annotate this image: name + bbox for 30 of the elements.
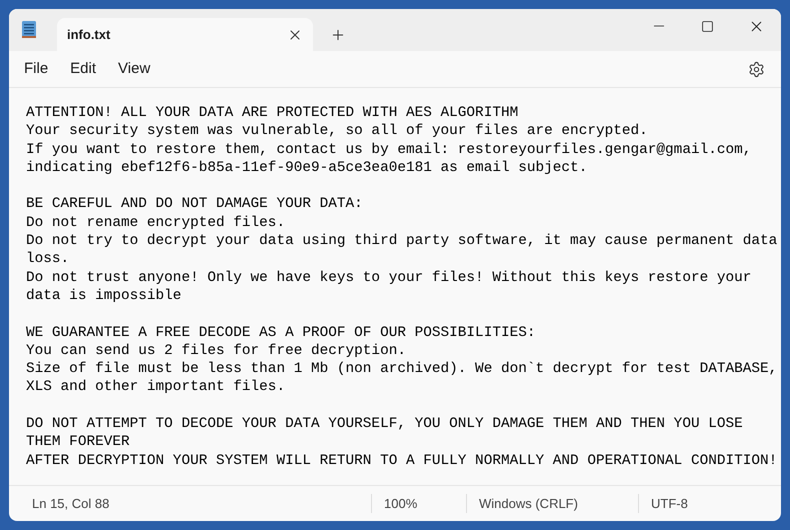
settings-icon[interactable] (748, 60, 765, 78)
text-line: Your security system was vulnerable, so all of your files are encrypted. (26, 122, 648, 141)
notepad-icon (21, 19, 37, 39)
text-line: DO NOT ATTEMPT TO DECODE YOUR DATA YOURSELF, YOU ONLY DAMAGE THEM AND THEN YOU LOSE (26, 415, 743, 434)
text-line: XLS and other important files. (26, 378, 286, 397)
text-line: AFTER DECRYPTION YOUR SYSTEM WILL RETURN TO A FULLY NORMALLY AND OPERATIONAL CONDITION! (26, 452, 778, 470)
text-line: You can send us 2 files for free decryption. (26, 342, 406, 360)
menu-item[interactable]: View (109, 58, 160, 80)
text-line: WE GUARANTEE A FREE DECODE AS A PROOF OF OUR POSSIBILITIES: (26, 324, 536, 342)
text-line: Do not trust anyone! Only we have keys to your files! Without this keys restore your (26, 268, 752, 287)
maximize-icon[interactable] (701, 20, 714, 32)
tab-title: info.txt (67, 26, 110, 44)
text-line: Size of file must be less than 1 Mb (non archived). We don`t decrypt for test DATABASE, (26, 360, 778, 378)
text-line: Do not try to decrypt your data using third party software, it may cause permanent data (26, 232, 778, 250)
line-ending: Windows (CRLF) (466, 494, 638, 514)
file-tab[interactable]: info.txt (57, 18, 313, 51)
text-line: indicating ebef12f6-b85a-11ef-90e9-a5ce3ea0e181 as email subject. (26, 158, 588, 178)
text-line: data is impossible (26, 286, 182, 306)
text-line: loss. (26, 250, 70, 269)
text-line: If you want to restore them, contact us by email: restoreyourfiles.gengar@gmail.com, (26, 140, 752, 159)
new-tab-icon[interactable] (330, 27, 346, 43)
encoding: UTF-8 (638, 494, 688, 514)
text-line: THEM FOREVER (26, 433, 130, 452)
text-line: BE CAREFUL AND DO NOT DAMAGE YOUR DATA: (26, 195, 363, 214)
zoom-level: 100% (371, 494, 466, 514)
menu-item[interactable]: Edit (61, 58, 106, 80)
cursor-position: Ln 15, Col 88 (31, 494, 110, 513)
text-line: ATTENTION! ALL YOUR DATA ARE PROTECTED WITH AES ALGORITHM (26, 104, 518, 122)
text-line: Do not rename encrypted files. (26, 214, 286, 232)
menu-item[interactable]: File (15, 58, 58, 80)
